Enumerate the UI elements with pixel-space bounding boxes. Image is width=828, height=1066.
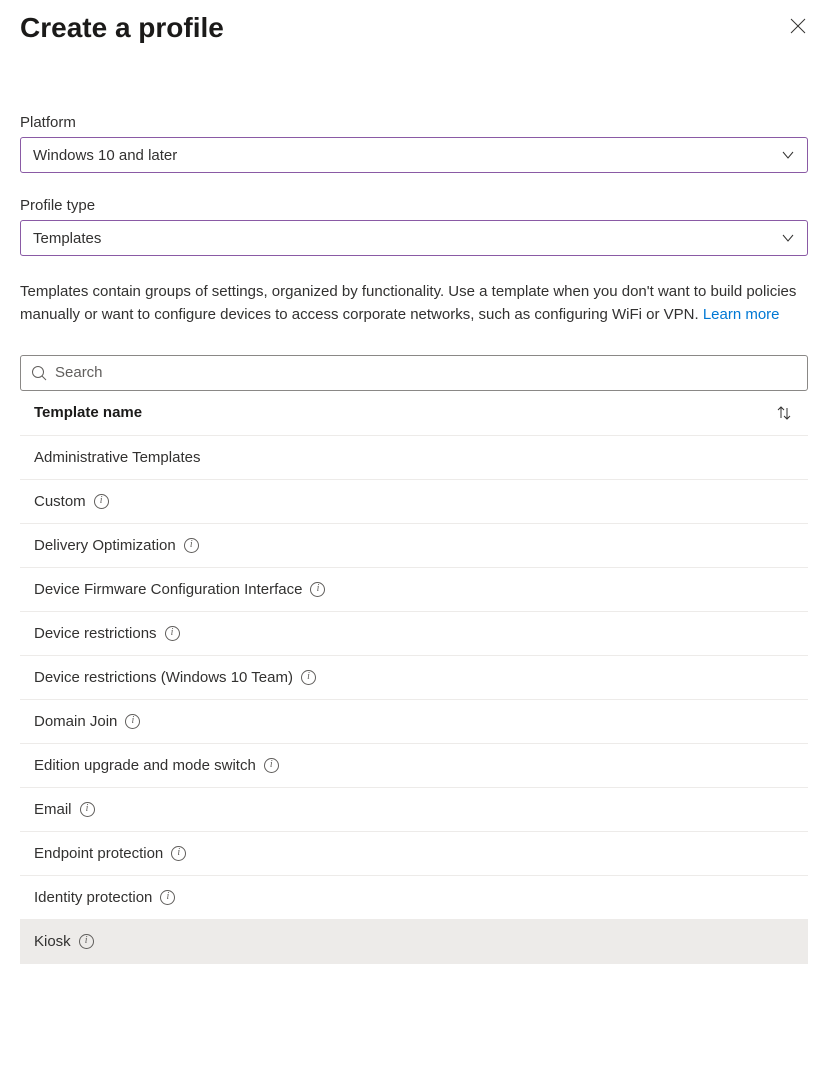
info-icon[interactable]: i: [80, 802, 95, 817]
info-icon[interactable]: i: [184, 538, 199, 553]
template-row[interactable]: Device restrictions i: [20, 612, 808, 656]
platform-value: Windows 10 and later: [33, 147, 177, 164]
template-row[interactable]: Domain Join i: [20, 700, 808, 744]
template-row[interactable]: Administrative Templates: [20, 436, 808, 480]
sort-icon: [774, 403, 794, 423]
info-icon[interactable]: i: [94, 494, 109, 509]
template-row[interactable]: Identity protection i: [20, 876, 808, 920]
chevron-down-icon: [781, 148, 795, 162]
info-icon[interactable]: i: [171, 846, 186, 861]
profile-type-label: Profile type: [20, 197, 808, 214]
template-name: Device restrictions: [34, 625, 157, 642]
template-name: Domain Join: [34, 713, 117, 730]
template-list: Administrative TemplatesCustomiDelivery …: [20, 436, 808, 964]
learn-more-link[interactable]: Learn more: [703, 306, 780, 323]
info-icon[interactable]: i: [79, 934, 94, 949]
template-name: Custom: [34, 493, 86, 510]
template-row[interactable]: Emaili: [20, 788, 808, 832]
template-name: Delivery Optimization: [34, 537, 176, 554]
table-header[interactable]: Template name: [20, 391, 808, 436]
template-row[interactable]: Edition upgrade and mode switch i: [20, 744, 808, 788]
page-title: Create a profile: [20, 12, 224, 44]
info-icon[interactable]: i: [165, 626, 180, 641]
template-row[interactable]: Device Firmware Configuration Interface i: [20, 568, 808, 612]
close-icon: [790, 18, 806, 39]
platform-dropdown[interactable]: Windows 10 and later: [20, 137, 808, 173]
close-button[interactable]: [788, 18, 808, 38]
info-icon[interactable]: i: [160, 890, 175, 905]
templates-description: Templates contain groups of settings, or…: [20, 280, 808, 327]
template-row[interactable]: Device restrictions (Windows 10 Team) i: [20, 656, 808, 700]
template-name: Device Firmware Configuration Interface: [34, 581, 302, 598]
search-box[interactable]: [20, 355, 808, 391]
info-icon[interactable]: i: [310, 582, 325, 597]
template-row[interactable]: Customi: [20, 480, 808, 524]
description-text: Templates contain groups of settings, or…: [20, 283, 796, 323]
template-name: Administrative Templates: [34, 449, 200, 466]
profile-type-dropdown[interactable]: Templates: [20, 220, 808, 256]
info-icon[interactable]: i: [264, 758, 279, 773]
template-name: Identity protection: [34, 889, 152, 906]
search-icon: [31, 365, 47, 381]
template-row[interactable]: Kioski: [20, 920, 808, 964]
template-row[interactable]: Endpoint protection i: [20, 832, 808, 876]
template-name: Kiosk: [34, 933, 71, 950]
template-row[interactable]: Delivery Optimization i: [20, 524, 808, 568]
template-name: Endpoint protection: [34, 845, 163, 862]
search-input[interactable]: [55, 364, 797, 381]
info-icon[interactable]: i: [301, 670, 316, 685]
profile-type-value: Templates: [33, 230, 101, 247]
chevron-down-icon: [781, 231, 795, 245]
table-header-label: Template name: [34, 404, 142, 421]
info-icon[interactable]: i: [125, 714, 140, 729]
template-name: Device restrictions (Windows 10 Team): [34, 669, 293, 686]
platform-label: Platform: [20, 114, 808, 131]
template-name: Email: [34, 801, 72, 818]
template-name: Edition upgrade and mode switch: [34, 757, 256, 774]
